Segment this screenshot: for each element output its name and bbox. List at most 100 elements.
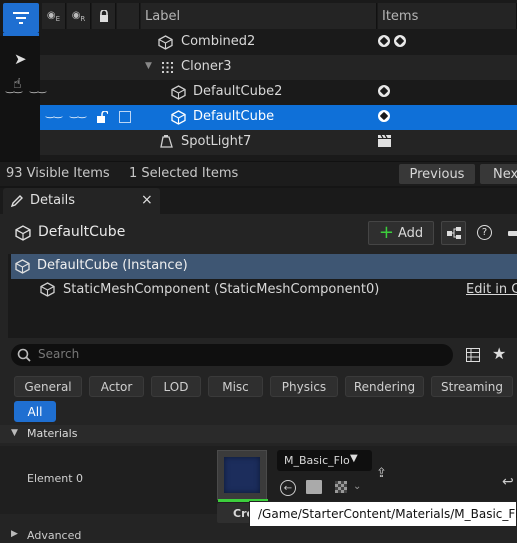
filter-label: Rendering xyxy=(353,379,416,394)
reset-arrow-icon[interactable]: ⇪ xyxy=(376,466,387,481)
row-label: DefaultCube xyxy=(193,109,275,124)
advanced-section-header[interactable]: ▶ Advanced xyxy=(0,528,517,543)
star-icon[interactable]: ★ xyxy=(492,344,506,363)
instance-label: DefaultCube (Instance) xyxy=(37,258,188,273)
details-tab[interactable]: Details × xyxy=(3,188,160,214)
filter-label: Physics xyxy=(281,379,327,394)
filter-actor[interactable]: Actor xyxy=(89,376,144,397)
eye-render-icon: ◉R xyxy=(71,9,86,23)
tooltip-text: /Game/StarterContent/Materials/M_Basic_F… xyxy=(258,507,517,521)
label-column-title: Label xyxy=(145,8,181,24)
component-row-instance[interactable]: DefaultCube (Instance) xyxy=(11,254,517,279)
advanced-label: Advanced xyxy=(27,529,82,542)
filter-lod[interactable]: LOD xyxy=(151,376,201,397)
filter-icon xyxy=(13,12,29,24)
materials-section-title: Materials xyxy=(27,427,78,440)
filter-misc[interactable]: Misc xyxy=(208,376,263,397)
component-tree: DefaultCube (Instance) StaticMeshCompone… xyxy=(8,254,517,338)
outliner-row-defaultcube2[interactable]: ‿‿ ‿‿ DefaultCube2 xyxy=(6,80,517,105)
more-icon[interactable] xyxy=(508,231,517,236)
static-mesh-icon xyxy=(171,85,186,100)
items-column-title: Items xyxy=(382,8,419,24)
filter-general[interactable]: General xyxy=(14,376,82,397)
row-label: SpotLight7 xyxy=(181,134,252,149)
filter-streaming[interactable]: Streaming xyxy=(431,376,513,397)
filter-label: Misc xyxy=(222,379,249,394)
filter-label: All xyxy=(27,404,43,419)
component-icon xyxy=(378,85,390,97)
plus-icon: + xyxy=(378,222,394,243)
pencil-icon xyxy=(10,195,23,208)
add-component-button[interactable]: + Add xyxy=(368,221,434,245)
static-mesh-icon xyxy=(158,35,173,50)
render-column-header[interactable]: ◉R xyxy=(67,3,91,29)
checker-options-icon[interactable] xyxy=(335,481,347,493)
table-view-icon[interactable] xyxy=(466,348,480,362)
blueprint-icon xyxy=(446,227,461,239)
expand-arrow-icon: ▶ xyxy=(11,529,18,539)
undo-icon[interactable]: ↩ xyxy=(502,474,514,490)
select-column-header[interactable] xyxy=(117,3,140,29)
material-thumbnail[interactable] xyxy=(217,450,268,502)
collapse-arrow-icon: ▼ xyxy=(11,428,18,438)
chevron-down-icon[interactable]: ⌄ xyxy=(353,481,361,492)
visible-items-count: 93 Visible Items xyxy=(6,166,110,181)
filter-button[interactable] xyxy=(3,3,39,36)
collapse-arrow-icon[interactable]: ▼ xyxy=(145,61,152,71)
search-icon xyxy=(17,348,31,362)
lock-column-header[interactable] xyxy=(92,3,116,29)
search-input[interactable]: Search xyxy=(11,344,453,366)
lock-icon xyxy=(99,10,108,22)
close-icon[interactable]: × xyxy=(141,192,153,208)
help-icon[interactable]: ? xyxy=(477,225,492,240)
items-column-header[interactable]: Items xyxy=(378,3,517,29)
filter-physics[interactable]: Physics xyxy=(270,376,338,397)
filter-label: Streaming xyxy=(441,379,503,394)
element-label: Element 0 xyxy=(27,472,84,485)
component-icon xyxy=(378,35,390,47)
visibility-eye-icon[interactable]: ‿‿ xyxy=(6,83,22,94)
visibility-eye-icon[interactable]: ‿‿ xyxy=(46,108,62,119)
details-panel: Details × DefaultCube + Add ? DefaultCub… xyxy=(0,188,517,543)
outliner-row-spotlight7[interactable]: SpotLight7 xyxy=(40,130,517,155)
select-arrow-icon[interactable]: ➤ xyxy=(14,50,27,68)
row-checkbox[interactable] xyxy=(119,111,131,123)
filter-all[interactable]: All xyxy=(14,401,56,422)
label-column-header[interactable]: Label xyxy=(141,3,377,29)
edit-in-cpp-link[interactable]: Edit in C+ xyxy=(466,282,517,297)
previous-label: Previous xyxy=(409,166,465,182)
path-tooltip: /Game/StarterContent/Materials/M_Basic_F… xyxy=(249,501,517,527)
next-label: Nex xyxy=(493,166,517,182)
row-items xyxy=(378,85,390,97)
component-row-mesh[interactable]: StaticMeshComponent (StaticMeshComponent… xyxy=(8,279,517,301)
browse-arrow-icon[interactable]: ← xyxy=(280,480,296,496)
actor-name: DefaultCube xyxy=(38,224,126,240)
visibility-column-header[interactable]: ◉E xyxy=(42,3,66,29)
folder-search-icon[interactable] xyxy=(306,480,322,494)
previous-button[interactable]: Previous xyxy=(399,164,475,184)
outliner-row-combined2[interactable]: Combined2 xyxy=(40,30,517,55)
materials-section-header[interactable]: ▼ Materials xyxy=(0,425,517,443)
mesh-component-label: StaticMeshComponent (StaticMeshComponent… xyxy=(63,282,380,297)
outliner-row-defaultcube[interactable]: ‿‿ ‿‿ DefaultCube xyxy=(40,105,517,130)
render-eye-icon[interactable]: ‿‿ xyxy=(70,108,86,119)
filter-rendering[interactable]: Rendering xyxy=(345,376,424,397)
render-eye-icon[interactable]: ‿‿ xyxy=(30,83,46,94)
outliner-status-bar: 93 Visible Items 1 Selected Items Previo… xyxy=(0,161,517,186)
unlock-icon[interactable] xyxy=(96,111,108,123)
row-label: Cloner3 xyxy=(181,59,232,74)
outliner-row-cloner3[interactable]: ▼ Cloner3 xyxy=(40,55,517,80)
filter-label: Actor xyxy=(100,379,133,394)
filter-label: LOD xyxy=(163,379,189,394)
details-tab-label: Details xyxy=(30,193,76,208)
static-mesh-icon xyxy=(171,110,186,125)
details-body: DefaultCube + Add ? DefaultCube (Instanc… xyxy=(0,214,517,543)
next-button[interactable]: Nex xyxy=(480,164,517,184)
outliner-panel: ◉E ◉R Label Items ➤ ☝ Combined2 ▼ Cloner… xyxy=(0,0,517,186)
component-icon xyxy=(378,110,390,122)
blueprint-button[interactable] xyxy=(441,221,466,245)
material-dropdown[interactable]: M_Basic_Flo ▼ xyxy=(277,450,372,471)
row-items xyxy=(378,110,390,122)
spotlight-icon xyxy=(160,135,173,148)
search-placeholder: Search xyxy=(38,347,80,361)
